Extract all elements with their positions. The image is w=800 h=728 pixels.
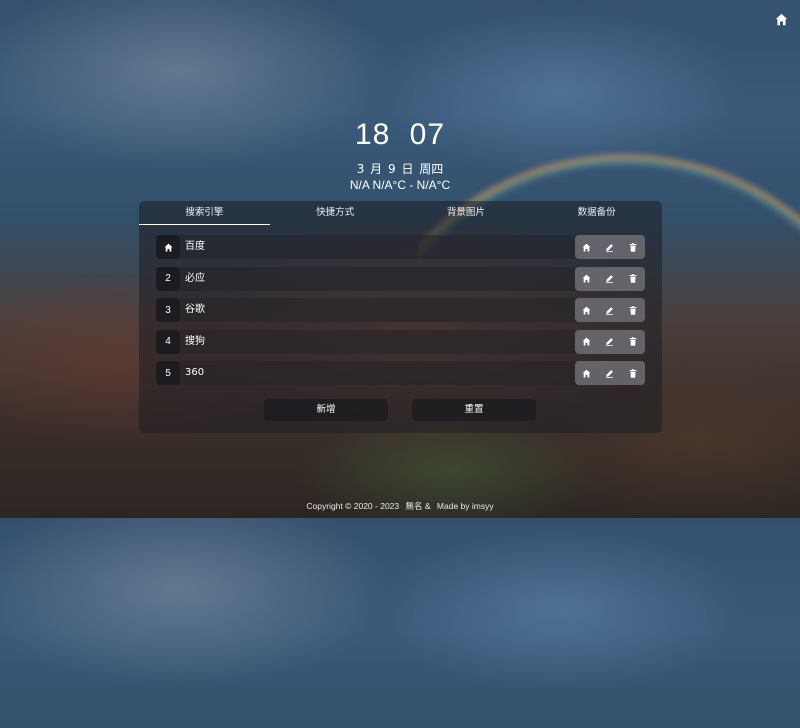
edit-icon[interactable] [604,367,616,379]
engine-number: 4 [156,329,180,354]
footer-author-link[interactable]: 無名 & [406,501,431,511]
clock-minute: 07 [409,118,446,151]
engine-list: 百度 2 必应 3 谷歌 4 搜狗 5 360 [156,235,645,393]
set-default-home-icon[interactable] [581,336,593,348]
tab-backup[interactable]: 数据备份 [531,201,662,225]
row-actions [575,361,645,385]
set-default-home-icon[interactable] [581,367,593,379]
row-actions [575,298,645,322]
engine-number: 2 [156,266,180,291]
engine-name: 百度 [185,241,205,252]
settings-panel: 搜索引擎 快捷方式 背景图片 数据备份 百度 2 必应 3 谷歌 4 搜狗 5 … [139,201,662,433]
tab-background[interactable]: 背景图片 [401,201,532,225]
clock-hour: 18 [354,118,391,151]
default-engine-home-icon [156,235,180,259]
edit-icon[interactable] [604,273,616,285]
footer: Copyright © 2020 - 2023 無名 & Made by ims… [0,500,800,512]
set-default-home-icon[interactable] [581,304,593,316]
trash-icon[interactable] [627,304,639,316]
row-actions [575,266,645,291]
edit-icon[interactable] [604,241,616,253]
engine-number: 3 [156,298,180,322]
settings-tabs: 搜索引擎 快捷方式 背景图片 数据备份 [139,201,662,225]
row-actions [575,235,645,259]
row-actions [575,329,645,354]
engine-name: 360 [185,367,205,378]
engine-row-google[interactable]: 3 谷歌 [156,298,645,322]
trash-icon[interactable] [627,336,639,348]
footer-made-by-link[interactable]: Made by imsyy [437,501,494,511]
tab-shortcuts[interactable]: 快捷方式 [270,201,401,225]
engine-row-bing[interactable]: 2 必应 [156,266,645,291]
footer-copyright: Copyright © 2020 - 2023 [306,501,400,511]
edit-icon[interactable] [604,304,616,316]
engine-row-360[interactable]: 5 360 [156,361,645,385]
trash-icon[interactable] [627,241,639,253]
set-default-home-icon[interactable] [581,273,593,285]
engine-row-sogou[interactable]: 4 搜狗 [156,329,645,354]
date-display: 3 月 9 日 周四 [356,162,444,176]
edit-icon[interactable] [604,336,616,348]
trash-icon[interactable] [627,273,639,285]
home-icon[interactable] [772,10,790,28]
set-default-home-icon[interactable] [581,241,593,253]
engine-name: 谷歌 [185,304,205,315]
engine-name: 搜狗 [185,335,205,347]
engine-name: 必应 [185,272,205,284]
engine-row-baidu[interactable]: 百度 [156,235,645,259]
reset-button[interactable]: 重置 [412,399,536,421]
add-engine-button[interactable]: 新增 [264,399,388,421]
trash-icon[interactable] [627,367,639,379]
clock: 18 07 [0,118,800,152]
weather-display: N/A N/A°C - N/A°C [349,178,451,192]
tab-search-engine[interactable]: 搜索引擎 [139,201,270,225]
engine-number: 5 [156,361,180,385]
